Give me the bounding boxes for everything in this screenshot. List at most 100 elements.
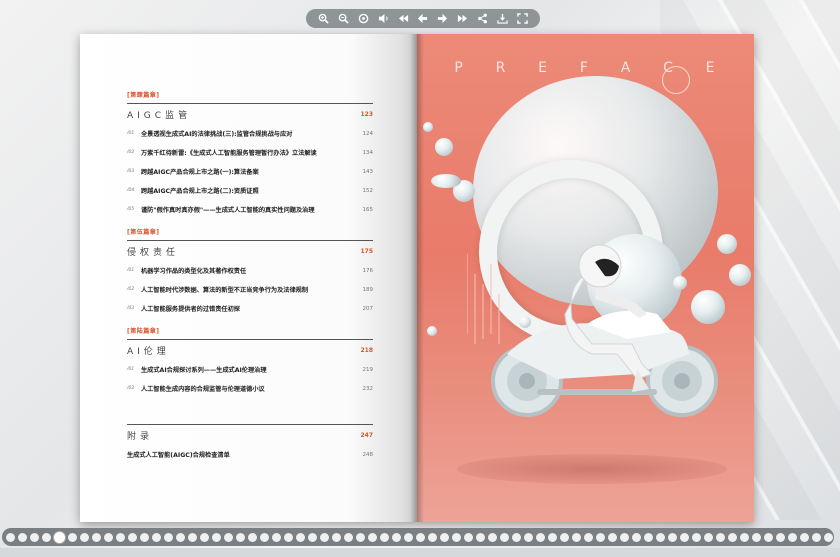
page-thumbnail[interactable]: [224, 532, 233, 542]
page-thumbnail[interactable]: [368, 532, 377, 542]
page-thumbnail[interactable]: [104, 532, 113, 542]
entry-number: /02: [127, 150, 135, 155]
preface-illustration-page[interactable]: P R E F A C E: [417, 34, 754, 522]
page-thumbnail[interactable]: [596, 532, 605, 542]
toc-entry[interactable]: /01 生成式AI合规探讨系列——生成式AI伦理治理 219: [127, 360, 373, 379]
page-thumbnail-current[interactable]: [54, 531, 65, 543]
page-thumbnail[interactable]: [320, 532, 329, 542]
page-thumbnail[interactable]: [260, 532, 269, 542]
section-header[interactable]: AI伦理 218: [127, 339, 373, 357]
page-thumbnail[interactable]: [308, 532, 317, 542]
page-thumbnail[interactable]: [200, 532, 209, 542]
page-thumbnail[interactable]: [800, 532, 809, 542]
page-thumbnail[interactable]: [464, 532, 473, 542]
page-thumbnail[interactable]: [164, 532, 173, 542]
page-thumbnail[interactable]: [140, 532, 149, 542]
page-thumbnail[interactable]: [152, 532, 161, 542]
page-thumbnail[interactable]: [212, 532, 221, 542]
page-thumbnail-strip[interactable]: [2, 528, 834, 546]
toc-page[interactable]: [第肆篇章] AIGC监管 123 /01 全景透视生成式AI的法律挑战(三):监…: [80, 34, 417, 522]
page-thumbnail[interactable]: [524, 532, 533, 542]
page-thumbnail[interactable]: [296, 532, 305, 542]
toc-entry[interactable]: /04 跨越AIGC产品合规上市之路(二):资质证照 152: [127, 181, 373, 200]
page-thumbnail[interactable]: [416, 532, 425, 542]
page-thumbnail[interactable]: [332, 532, 341, 542]
page-thumbnail[interactable]: [30, 532, 39, 542]
page-thumbnail[interactable]: [116, 532, 125, 542]
section-header[interactable]: 侵权责任 175: [127, 240, 373, 258]
page-thumbnail[interactable]: [560, 532, 569, 542]
page-thumbnail[interactable]: [776, 532, 785, 542]
page-thumbnail[interactable]: [536, 532, 545, 542]
page-thumbnail[interactable]: [680, 532, 689, 542]
download-icon[interactable]: [495, 12, 509, 26]
page-thumbnail[interactable]: [452, 532, 461, 542]
share-icon[interactable]: [475, 12, 489, 26]
next-page-icon[interactable]: [436, 12, 450, 26]
toc-entry[interactable]: /01 机器学习作品的类型化及其著作权责任 176: [127, 261, 373, 280]
page-thumbnail[interactable]: [608, 532, 617, 542]
page-thumbnail[interactable]: [644, 532, 653, 542]
page-thumbnail[interactable]: [692, 532, 701, 542]
page-thumbnail[interactable]: [752, 532, 761, 542]
zoom-in-icon[interactable]: [317, 12, 331, 26]
page-thumbnail[interactable]: [42, 532, 51, 542]
page-thumbnail[interactable]: [812, 532, 821, 542]
page-thumbnail[interactable]: [92, 532, 101, 542]
sound-icon[interactable]: [376, 12, 390, 26]
page-thumbnail[interactable]: [176, 532, 185, 542]
section-header[interactable]: 附录 247: [127, 424, 373, 442]
page-thumbnail[interactable]: [272, 532, 281, 542]
page-thumbnail[interactable]: [284, 532, 293, 542]
page-thumbnail[interactable]: [620, 532, 629, 542]
toc-entry[interactable]: /02 万紫千红待新雷:《生成式人工智能服务管理暂行办法》立法解读 134: [127, 143, 373, 162]
page-thumbnail[interactable]: [188, 532, 197, 542]
page-thumbnail[interactable]: [18, 532, 27, 542]
page-thumbnail[interactable]: [440, 532, 449, 542]
page-thumbnail[interactable]: [344, 532, 353, 542]
page-thumbnail[interactable]: [404, 532, 413, 542]
toc-entry[interactable]: 生成式人工智能(AIGC)合规检查清单 248: [127, 445, 373, 464]
fullscreen-icon[interactable]: [515, 12, 529, 26]
page-thumbnail[interactable]: [656, 532, 665, 542]
zoom-out-icon[interactable]: [337, 12, 351, 26]
page-thumbnail[interactable]: [632, 532, 641, 542]
page-thumbnail[interactable]: [512, 532, 521, 542]
last-page-icon[interactable]: [456, 12, 470, 26]
page-thumbnail[interactable]: [740, 532, 749, 542]
toc-entry[interactable]: /01 全景透视生成式AI的法律挑战(三):监管合规挑战与应对 124: [127, 124, 373, 143]
prev-page-icon[interactable]: [416, 12, 430, 26]
first-page-icon[interactable]: [396, 12, 410, 26]
page-thumbnail[interactable]: [704, 532, 713, 542]
page-thumbnail[interactable]: [668, 532, 677, 542]
page-thumbnail[interactable]: [380, 532, 389, 542]
page-thumbnail[interactable]: [68, 532, 77, 542]
page-thumbnail[interactable]: [80, 532, 89, 542]
page-thumbnail[interactable]: [236, 532, 245, 542]
page-thumbnail[interactable]: [548, 532, 557, 542]
page-thumbnail[interactable]: [428, 532, 437, 542]
page-thumbnail[interactable]: [248, 532, 257, 542]
toc-entry[interactable]: /02 人工智能生成内容的合规监管与伦理道德小议 232: [127, 379, 373, 398]
page-thumbnail[interactable]: [728, 532, 737, 542]
toc-entry[interactable]: /02 人工智能时代涉数据、算法的新型不正当竞争行为及法律规制 189: [127, 280, 373, 299]
page-thumbnail[interactable]: [500, 532, 509, 542]
page-thumbnail[interactable]: [584, 532, 593, 542]
flipbook[interactable]: [第肆篇章] AIGC监管 123 /01 全景透视生成式AI的法律挑战(三):监…: [80, 34, 754, 522]
toc-entry[interactable]: /03 跨越AIGC产品合规上市之路(一):算法备案 143: [127, 162, 373, 181]
page-thumbnail[interactable]: [824, 532, 833, 542]
page-thumbnail[interactable]: [128, 532, 137, 542]
page-thumbnail[interactable]: [392, 532, 401, 542]
page-thumbnail[interactable]: [6, 532, 15, 542]
page-thumbnail[interactable]: [788, 532, 797, 542]
page-thumbnail[interactable]: [764, 532, 773, 542]
section-header[interactable]: AIGC监管 123: [127, 103, 373, 121]
page-thumbnail[interactable]: [572, 532, 581, 542]
page-thumbnail[interactable]: [476, 532, 485, 542]
toc-entry[interactable]: /05 谨防"假作真时真亦假"——生成式人工智能的真实性问题及治理 165: [127, 200, 373, 219]
page-thumbnail[interactable]: [488, 532, 497, 542]
page-thumbnail[interactable]: [356, 532, 365, 542]
page-thumbnail[interactable]: [716, 532, 725, 542]
zoom-reset-icon[interactable]: [357, 12, 371, 26]
toc-entry[interactable]: /03 人工智能服务提供者的过错责任初探 207: [127, 299, 373, 318]
